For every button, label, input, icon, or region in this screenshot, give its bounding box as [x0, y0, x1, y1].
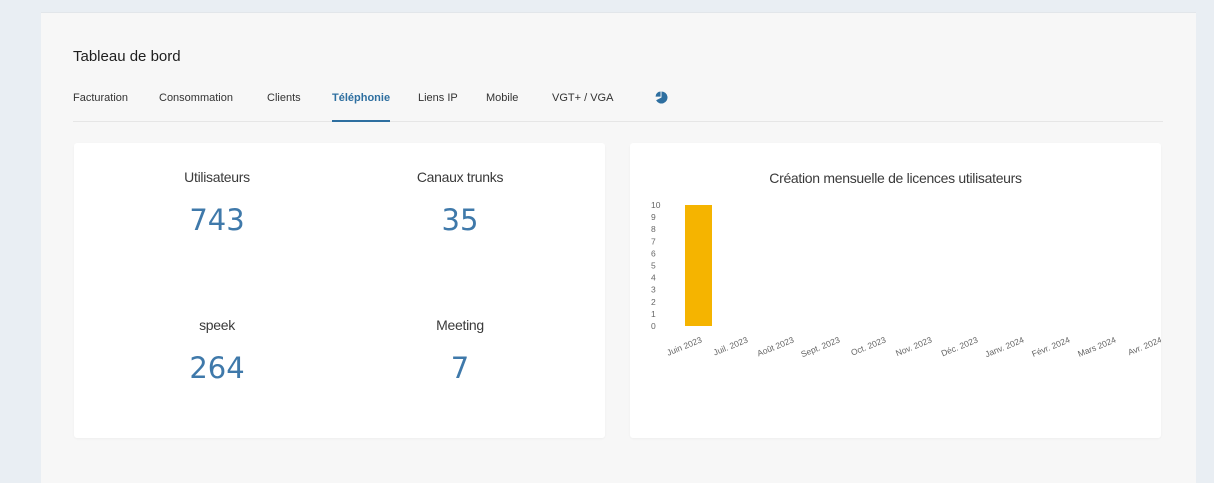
y-tick-label: 5: [651, 261, 656, 271]
tab-vgt-vga[interactable]: VGT+ / VGA: [552, 92, 613, 104]
tab-consommation[interactable]: Consommation: [159, 92, 233, 104]
y-tick-label: 7: [651, 236, 656, 246]
x-tick-label: Août 2023: [756, 334, 796, 358]
stats-card: Utilisateurs 743 Canaux trunks 35 speek …: [74, 143, 605, 438]
stat-label: Utilisateurs: [184, 169, 250, 185]
dashboard-panel: Tableau de bord Facturation Consommation…: [41, 12, 1196, 483]
chart-card: Création mensuelle de licences utilisate…: [630, 143, 1161, 438]
x-tick-label: Avr. 2024: [1126, 334, 1161, 357]
tab-telephonie[interactable]: Téléphonie: [332, 92, 391, 122]
stat-meeting: Meeting 7: [340, 317, 580, 385]
stat-value: 35: [441, 203, 479, 237]
stat-value: 743: [189, 203, 245, 237]
x-tick-label: Févr. 2024: [1030, 334, 1071, 358]
x-tick-label: Juil. 2023: [712, 334, 750, 357]
x-tick-label: Nov. 2023: [894, 334, 933, 358]
page-title: Tableau de bord: [73, 48, 181, 65]
y-tick-label: 2: [651, 297, 656, 307]
stat-speek: speek 264: [97, 317, 337, 385]
stat-label: Canaux trunks: [416, 169, 504, 185]
stat-label: Meeting: [436, 317, 484, 333]
y-tick-label: 9: [651, 212, 656, 222]
stat-value: 264: [189, 351, 245, 385]
x-tick-label: Oct. 2023: [849, 334, 887, 357]
y-tick-label: 1: [651, 309, 656, 319]
x-tick-label: Janv. 2024: [984, 334, 1026, 359]
x-tick-label: Sept. 2023: [799, 334, 841, 359]
pie-chart-icon[interactable]: [655, 91, 668, 104]
tab-liens-ip[interactable]: Liens IP: [418, 92, 458, 104]
tab-bar: Facturation Consommation Clients Télépho…: [73, 81, 1163, 122]
stat-label: speek: [199, 317, 235, 333]
bar: [685, 205, 712, 326]
stat-utilisateurs: Utilisateurs 743: [97, 169, 337, 237]
stat-value: 7: [450, 351, 470, 385]
tab-facturation[interactable]: Facturation: [73, 92, 128, 104]
tab-clients[interactable]: Clients: [267, 92, 301, 104]
tab-mobile[interactable]: Mobile: [486, 92, 518, 104]
y-tick-label: 3: [651, 285, 656, 295]
x-tick-label: Juin 2023: [665, 334, 703, 357]
y-tick-label: 4: [651, 273, 656, 283]
y-tick-label: 8: [651, 224, 656, 234]
stat-canaux-trunks: Canaux trunks 35: [340, 169, 580, 237]
x-tick-label: Déc. 2023: [940, 334, 980, 358]
y-tick-label: 10: [651, 200, 661, 210]
y-tick-label: 0: [651, 321, 656, 331]
y-tick-label: 6: [651, 248, 656, 258]
x-tick-label: Mars 2024: [1076, 334, 1117, 358]
bar-chart: 0 1 2 3 4 5 6 7 8 9 10 Juin 2023 Juil. 2023 Août 2023…: [651, 200, 1161, 359]
